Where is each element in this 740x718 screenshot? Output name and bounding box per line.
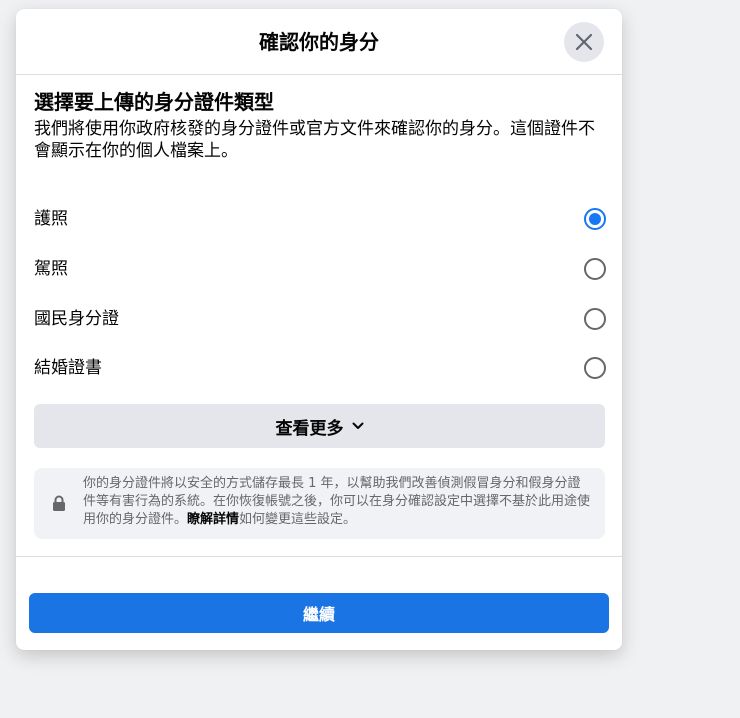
close-button[interactable] bbox=[564, 22, 604, 62]
dialog-title: 確認你的身分 bbox=[259, 30, 379, 54]
section-description: 我們將使用你政府核發的身分證件或官方文件來確認你的身分。這個證件不會顯示在你的個… bbox=[34, 119, 595, 161]
continue-button[interactable]: 繼續 bbox=[29, 593, 609, 633]
radio-button[interactable] bbox=[584, 308, 606, 330]
radio-button[interactable] bbox=[584, 357, 606, 379]
radio-button[interactable] bbox=[584, 258, 606, 280]
footer-divider bbox=[16, 556, 622, 557]
option-label: 結婚證書 bbox=[34, 358, 102, 378]
option-passport[interactable]: 護照 bbox=[34, 199, 606, 239]
see-more-button[interactable]: 查看更多 bbox=[34, 404, 605, 448]
section-title: 選擇要上傳的身分證件類型 bbox=[34, 90, 274, 114]
option-label: 國民身分證 bbox=[34, 309, 119, 329]
continue-label: 繼續 bbox=[302, 605, 335, 624]
see-more-label: 查看更多 bbox=[275, 418, 344, 439]
option-marriage-certificate[interactable]: 結婚證書 bbox=[34, 348, 606, 388]
option-label: 駕照 bbox=[34, 259, 68, 279]
learn-more-link[interactable]: 瞭解詳情 bbox=[187, 512, 239, 527]
verify-identity-dialog: 確認你的身分 選擇要上傳的身分證件類型 我們將使用你政府核發的身分證件或官方文件… bbox=[16, 9, 622, 650]
close-icon bbox=[575, 33, 593, 51]
option-national-id[interactable]: 國民身分證 bbox=[34, 299, 606, 339]
radio-button-selected[interactable] bbox=[584, 208, 606, 230]
lock-icon bbox=[52, 495, 66, 516]
notice-text-after: 如何變更這些設定。 bbox=[239, 512, 357, 527]
option-drivers-license[interactable]: 駕照 bbox=[34, 249, 606, 289]
privacy-notice: 你的身分證件將以安全的方式儲存最長 1 年，以幫助我們改善偵測假冒身分和假身分證… bbox=[34, 468, 605, 539]
option-label: 護照 bbox=[34, 209, 68, 229]
chevron-down-icon bbox=[352, 422, 364, 430]
notice-text: 你的身分證件將以安全的方式儲存最長 1 年，以幫助我們改善偵測假冒身分和假身分證… bbox=[83, 475, 593, 529]
dialog-header: 確認你的身分 bbox=[16, 9, 622, 75]
